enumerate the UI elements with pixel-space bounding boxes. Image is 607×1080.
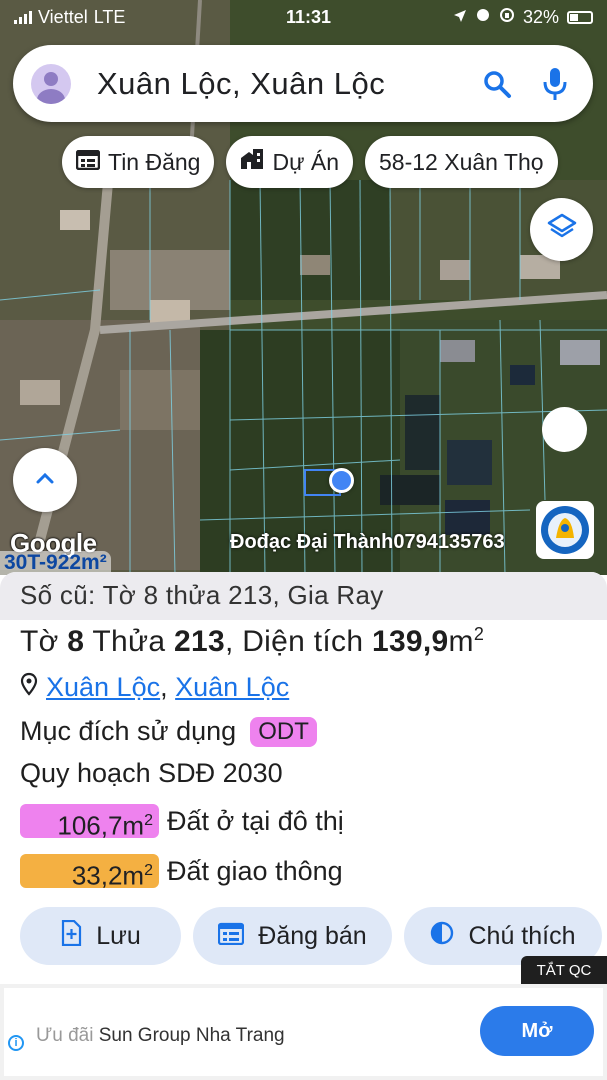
action-buttons: Lưu Đăng bán Chú thích xyxy=(20,907,602,965)
old-parcel-info: Số cũ: Tờ 8 thửa 213, Gia Ray xyxy=(0,572,607,620)
purpose-label: Mục đích sử dụng xyxy=(20,716,237,746)
location-pin-icon xyxy=(20,672,38,703)
area-unit: m xyxy=(448,625,474,658)
area-type-label: Đất ở tại đô thị xyxy=(167,805,344,836)
status-bar: Viettel LTE 11:31 32% xyxy=(0,0,607,34)
ad-text: Ưu đãi Sun Group Nha Trang xyxy=(36,1025,285,1046)
land-purpose-row: Mục đích sử dụng ODT xyxy=(20,716,317,747)
layers-icon xyxy=(547,212,577,247)
area-row-residential: 106,7m2 Đất ở tại đô thị xyxy=(20,804,344,841)
plan-label: Quy hoạch SDĐ 2030 xyxy=(20,758,283,788)
chip-tin-dang[interactable]: Tin Đăng xyxy=(62,136,215,188)
carrier-name: Viettel xyxy=(38,6,88,27)
area-label: Diện tích xyxy=(242,625,364,658)
clock: 11:31 xyxy=(285,6,332,27)
brand-logo[interactable] xyxy=(536,501,594,559)
plot-number: 213 xyxy=(173,625,225,658)
save-button[interactable]: Lưu xyxy=(20,907,181,965)
chip-label: Tin Đăng xyxy=(108,148,201,175)
location-arrow-icon xyxy=(453,7,467,28)
avatar[interactable] xyxy=(31,63,71,104)
microphone-icon[interactable] xyxy=(535,64,575,104)
area-unit-sup: 2 xyxy=(473,624,485,644)
filter-chips: Tin Đăng Dự Án 58-12 Xuân Thọ xyxy=(62,136,558,188)
location-separator: , xyxy=(160,672,168,702)
location-row: Xuân Lộc, Xuân Lộc xyxy=(20,672,289,703)
area-type-label: Đất giao thông xyxy=(167,855,343,886)
brand-seal-icon xyxy=(541,506,589,554)
chip-du-an[interactable]: Dự Án xyxy=(226,136,354,188)
search-icon[interactable] xyxy=(477,64,517,104)
sheet-label: Tờ xyxy=(20,625,59,658)
building-icon xyxy=(240,148,264,176)
area-value: 139,9 xyxy=(371,625,449,658)
listing-icon xyxy=(75,149,101,176)
orientation-lock-icon xyxy=(499,7,515,28)
area-pill: 33,2m2 xyxy=(20,854,159,891)
purpose-badge: ODT xyxy=(250,716,317,747)
save-label: Lưu xyxy=(96,921,141,950)
chip-xuan-tho[interactable]: 58-12 Xuân Thọ xyxy=(365,136,558,188)
current-location-marker xyxy=(329,468,354,493)
alarm-icon xyxy=(475,7,491,28)
search-bar[interactable]: Xuân Lộc, Xuân Lộc xyxy=(13,45,593,122)
post-sale-label: Đăng bán xyxy=(258,921,367,950)
close-ad-button[interactable]: TẮT QC xyxy=(521,956,607,984)
bookmark-add-icon xyxy=(60,919,82,953)
location-link-district[interactable]: Xuân Lộc xyxy=(175,672,289,702)
map-view[interactable]: Viettel LTE 11:31 32% Xuân Lộc, Xuân Lộc xyxy=(0,0,607,575)
chip-label: 58-12 Xuân Thọ xyxy=(379,148,544,175)
half-circle-icon xyxy=(430,921,454,952)
battery-icon xyxy=(567,10,593,24)
map-watermark: Đođạc Đại Thành0794135763 xyxy=(230,531,505,553)
location-link-commune[interactable]: Xuân Lộc xyxy=(46,672,160,702)
legend-label: Chú thích xyxy=(468,921,576,950)
network-type: LTE xyxy=(93,6,126,27)
calendar-list-icon xyxy=(218,921,245,952)
ad-info-icon[interactable]: i xyxy=(8,1035,24,1051)
area-row-traffic: 33,2m2 Đất giao thông xyxy=(20,854,343,891)
expand-up-button[interactable] xyxy=(13,448,77,512)
post-sale-button[interactable]: Đăng bán xyxy=(193,907,392,965)
battery-percent: 32% xyxy=(522,6,559,27)
plot-label: Thửa xyxy=(92,625,166,658)
parcel-info-panel: Số cũ: Tờ 8 thửa 213, Gia Ray Tờ 8 Thửa … xyxy=(0,572,607,984)
search-input[interactable]: Xuân Lộc, Xuân Lộc xyxy=(97,66,459,102)
area-pill: 106,7m2 xyxy=(20,804,159,841)
signal-icon xyxy=(14,10,32,24)
layers-button[interactable] xyxy=(530,198,593,261)
chevron-up-icon xyxy=(35,471,55,490)
parcel-title: Tờ 8 Thửa 213, Diện tích 139,9m2 xyxy=(20,624,485,658)
ad-open-button[interactable]: Mở xyxy=(480,1006,594,1056)
chip-label: Dự Án xyxy=(272,148,340,175)
sheet-number: 8 xyxy=(67,625,85,658)
compass-button[interactable] xyxy=(542,407,587,452)
